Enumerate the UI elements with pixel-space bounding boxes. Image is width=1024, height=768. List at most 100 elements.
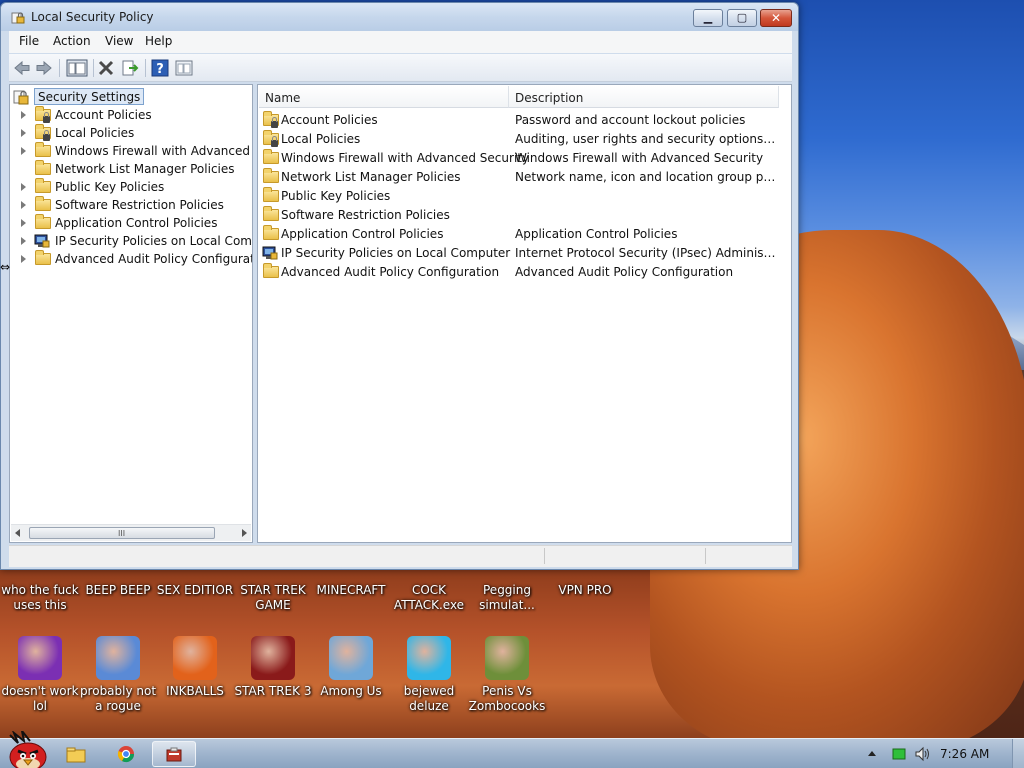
gem-icon xyxy=(407,636,451,680)
tree-item[interactable]: Local Policies xyxy=(10,124,252,142)
desktop-shortcut[interactable]: BEEP BEEP xyxy=(78,583,158,598)
properties-pane-icon[interactable] xyxy=(175,59,193,77)
tree-item[interactable]: IP Security Policies on Local Computer xyxy=(10,232,252,250)
toolbar-separator xyxy=(93,59,94,77)
menu-file[interactable]: File xyxy=(19,34,39,48)
column-header-name[interactable]: Name xyxy=(259,86,509,108)
list-row[interactable]: Network List Manager Policies Network nam… xyxy=(258,168,791,187)
tree-item[interactable]: Application Control Policies xyxy=(10,214,252,232)
desktop-shortcut-label: probably not xyxy=(79,684,157,698)
desktop-shortcut[interactable]: probably not a rogue xyxy=(78,636,158,714)
expand-arrow-icon[interactable] xyxy=(21,237,26,245)
list-row[interactable]: Application Control Policies Application … xyxy=(258,225,791,244)
desktop-shortcut-label: Among Us xyxy=(320,684,382,698)
desktop-shortcut[interactable]: Among Us xyxy=(311,636,391,699)
maximize-button[interactable]: ▢ xyxy=(727,9,757,27)
desktop-shortcut[interactable]: STAR TREK 3 xyxy=(233,636,313,699)
console-tree-pane[interactable]: Security Settings Account Policies Local … xyxy=(9,84,253,543)
start-button-angry-bird-icon[interactable] xyxy=(4,731,48,768)
tree-item[interactable]: Public Key Policies xyxy=(10,178,252,196)
desktop-shortcut[interactable]: STAR TREK GAME xyxy=(233,583,313,613)
list-item-description: Password and account lockout policies xyxy=(515,113,746,127)
tree-item[interactable]: Network List Manager Policies xyxy=(10,160,252,178)
expand-arrow-icon[interactable] xyxy=(21,183,26,191)
taskbar-file-explorer[interactable] xyxy=(54,741,98,767)
menu-help[interactable]: Help xyxy=(145,34,172,48)
tree-item[interactable]: Software Restriction Policies xyxy=(10,196,252,214)
expand-arrow-icon[interactable] xyxy=(21,147,26,155)
desktop-shortcut[interactable]: doesn't work lol xyxy=(0,636,80,714)
show-hide-console-tree-icon[interactable] xyxy=(66,59,88,77)
tree-item-label: Network List Manager Policies xyxy=(55,162,235,176)
clock[interactable]: 7:26 AM xyxy=(940,747,989,761)
details-list-pane[interactable]: Name Description Account Policies Passwor… xyxy=(257,84,792,543)
desktop-shortcut[interactable]: bejewed deluze xyxy=(389,636,469,714)
back-arrow-icon[interactable] xyxy=(13,59,31,77)
list-item-description: Auditing, user rights and security optio… xyxy=(515,132,777,146)
desktop-shortcut[interactable]: SEX EDITIOR xyxy=(155,583,235,598)
desktop-shortcut[interactable]: COCK ATTACK.exe xyxy=(389,583,469,613)
desktop-shortcut[interactable]: who the fuck uses this xyxy=(0,583,80,613)
expand-arrow-icon[interactable] xyxy=(21,111,26,119)
local-security-policy-window[interactable]: Local Security Policy ▁ ▢ ✕ File Action … xyxy=(0,2,799,570)
list-row[interactable]: Windows Firewall with Advanced Security W… xyxy=(258,149,791,168)
desktop-shortcut-label: who the fuck xyxy=(1,583,79,597)
volume-icon[interactable] xyxy=(914,746,930,762)
folder-icon xyxy=(35,214,51,229)
expand-arrow-icon[interactable] xyxy=(21,219,26,227)
maximize-icon: ▢ xyxy=(736,11,748,24)
folder-icon xyxy=(66,747,86,763)
desktop-shortcut[interactable]: Penis Vs Zombocooks xyxy=(467,636,547,714)
expand-arrow-icon[interactable] xyxy=(21,129,26,137)
scroll-left-arrow-icon[interactable] xyxy=(15,529,20,537)
title-bar[interactable]: Local Security Policy ▁ ▢ ✕ xyxy=(1,3,798,31)
list-row[interactable]: IP Security Policies on Local Computer In… xyxy=(258,244,791,263)
status-bar xyxy=(9,545,792,567)
window-title: Local Security Policy xyxy=(31,10,154,24)
list-item-name: Local Policies xyxy=(281,132,361,146)
taskbar-local-security-policy[interactable] xyxy=(152,741,196,767)
folder-icon xyxy=(263,168,279,183)
desktop-shortcut[interactable]: INKBALLS xyxy=(155,636,235,699)
flower-zombie-icon xyxy=(485,636,529,680)
expand-arrow-icon[interactable] xyxy=(21,201,26,209)
battery-icon[interactable] xyxy=(892,747,906,761)
desktop-shortcut-label: STAR TREK xyxy=(240,583,306,597)
show-desktop-button[interactable] xyxy=(1012,739,1024,768)
show-hidden-icons-arrow-icon[interactable] xyxy=(868,751,876,756)
list-row[interactable]: Software Restriction Policies xyxy=(258,206,791,225)
desktop-shortcut-label-line2: lol xyxy=(32,699,47,713)
desktop-shortcut-label: BEEP BEEP xyxy=(85,583,151,597)
menu-action[interactable]: Action xyxy=(53,34,91,48)
list-row[interactable]: Local Policies Auditing, user rights and … xyxy=(258,130,791,149)
delete-icon[interactable] xyxy=(97,59,115,77)
column-header-description[interactable]: Description xyxy=(509,86,779,108)
taskbar-chrome[interactable] xyxy=(104,741,148,767)
scroll-right-arrow-icon[interactable] xyxy=(242,529,247,537)
folder-icon xyxy=(35,250,51,265)
scrollbar-thumb[interactable]: III xyxy=(29,527,215,539)
tree-item-label: IP Security Policies on Local Computer xyxy=(55,234,252,248)
expand-arrow-icon[interactable] xyxy=(21,255,26,263)
desktop-shortcut[interactable]: Pegging simulat... xyxy=(467,583,547,613)
forward-arrow-icon[interactable] xyxy=(35,59,53,77)
tree-item-label: Windows Firewall with Advanced Security xyxy=(55,144,252,158)
desktop-shortcut[interactable]: MINECRAFT xyxy=(311,583,391,598)
tree-item[interactable]: Windows Firewall with Advanced Security xyxy=(10,142,252,160)
list-row[interactable]: Advanced Audit Policy Configuration Advan… xyxy=(258,263,791,282)
list-row[interactable]: Account Policies Password and account loc… xyxy=(258,111,791,130)
desktop-shortcut-label: doesn't work xyxy=(1,684,79,698)
list-item-name: Application Control Policies xyxy=(281,227,444,241)
list-row[interactable]: Public Key Policies xyxy=(258,187,791,206)
tree-item[interactable]: Account Policies xyxy=(10,106,252,124)
minimize-button[interactable]: ▁ xyxy=(693,9,723,27)
tree-item[interactable]: Advanced Audit Policy Configuration xyxy=(10,250,252,268)
folder-icon xyxy=(35,160,51,175)
close-button[interactable]: ✕ xyxy=(760,9,792,27)
help-icon[interactable]: ? xyxy=(151,59,169,77)
horizontal-scrollbar[interactable]: III xyxy=(11,524,251,541)
menu-view[interactable]: View xyxy=(105,34,133,48)
export-list-icon[interactable] xyxy=(121,59,139,77)
desktop-shortcut-label: Pegging xyxy=(483,583,531,597)
desktop-shortcut[interactable]: VPN PRO xyxy=(545,583,625,598)
